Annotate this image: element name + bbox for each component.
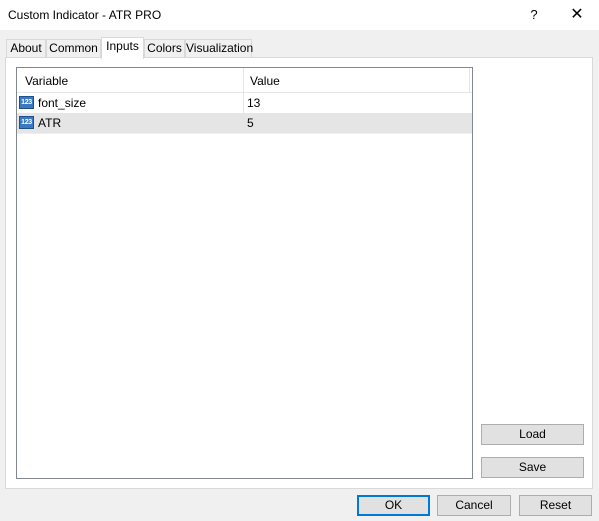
tab-common[interactable]: Common [46, 39, 101, 57]
tab-colors[interactable]: Colors [144, 39, 185, 57]
load-button[interactable]: Load [481, 424, 584, 445]
cell-divider [243, 113, 244, 133]
tab-about[interactable]: About [6, 39, 46, 57]
inputs-table: Variable Value 123 font_size 13 123 ATR … [16, 67, 473, 479]
title-bar: Custom Indicator - ATR PRO ? ✕ [0, 0, 599, 30]
window-title: Custom Indicator - ATR PRO [8, 8, 162, 22]
ok-button[interactable]: OK [357, 495, 430, 516]
variable-value[interactable]: 13 [247, 96, 260, 110]
help-icon[interactable]: ? [524, 5, 544, 25]
reset-button[interactable]: Reset [519, 495, 592, 516]
table-row[interactable]: 123 ATR 5 [17, 113, 472, 134]
column-header-value[interactable]: Value [250, 74, 280, 88]
integer-type-icon: 123 [19, 116, 34, 129]
cancel-button[interactable]: Cancel [437, 495, 511, 516]
column-divider[interactable] [243, 68, 244, 92]
column-divider[interactable] [469, 68, 470, 92]
close-icon[interactable]: ✕ [566, 5, 588, 25]
tab-bar: About Common Inputs Colors Visualization [0, 30, 599, 59]
tab-inputs[interactable]: Inputs [101, 37, 144, 59]
table-row[interactable]: 123 font_size 13 [17, 93, 472, 114]
tab-visualization[interactable]: Visualization [185, 39, 253, 57]
cell-divider [243, 93, 244, 113]
integer-type-icon: 123 [19, 96, 34, 109]
variable-name: font_size [38, 96, 87, 110]
save-button[interactable]: Save [481, 457, 584, 478]
column-header-variable[interactable]: Variable [25, 74, 68, 88]
variable-value[interactable]: 5 [247, 116, 254, 130]
variable-name: ATR [38, 116, 62, 130]
table-header: Variable Value [17, 68, 472, 93]
